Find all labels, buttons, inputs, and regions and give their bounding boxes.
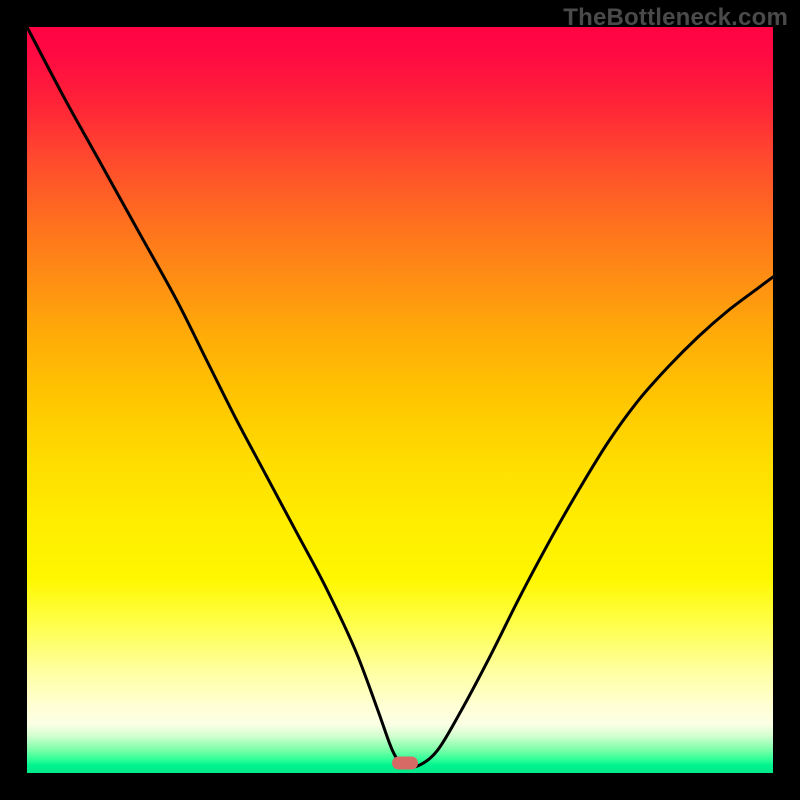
- bottleneck-curve: [27, 27, 773, 773]
- watermark-text: TheBottleneck.com: [563, 4, 788, 32]
- plot-area: [27, 27, 773, 773]
- optimum-marker: [392, 757, 418, 770]
- chart-frame: TheBottleneck.com: [0, 0, 800, 800]
